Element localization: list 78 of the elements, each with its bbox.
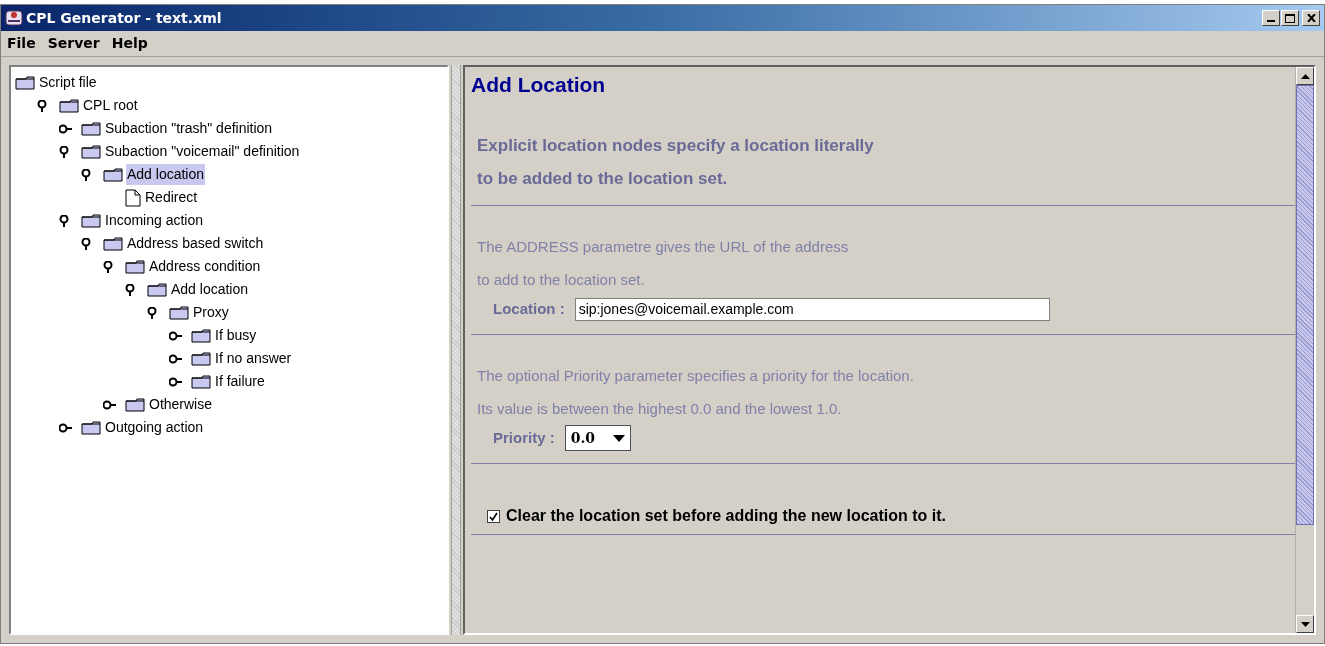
toggle-collapsed-icon[interactable] (169, 353, 183, 364)
folder-icon (125, 397, 145, 412)
maximize-button[interactable] (1281, 10, 1299, 26)
description-text: to be added to the location set. (477, 168, 729, 190)
menu-item[interactable]: Server (47, 33, 100, 54)
scroll-up-button[interactable] (1296, 67, 1314, 85)
tree-item[interactable]: Outgoing action (104, 417, 205, 438)
folder-icon (59, 98, 79, 113)
close-icon (1306, 14, 1316, 22)
tree-item[interactable]: Address condition (148, 256, 262, 277)
toggle-expanded-icon[interactable] (81, 168, 91, 181)
folder-icon (103, 167, 123, 182)
location-field[interactable]: sip:jones@voicemail.example.com (574, 297, 1050, 321)
field-label: Location : (493, 298, 565, 319)
folder-icon (81, 420, 101, 435)
folder-icon (191, 328, 211, 343)
description-text: to add to the location set. (477, 270, 646, 290)
tree-item[interactable]: Add location (126, 164, 206, 185)
window-title: CPL Generator - text.xml (26, 8, 222, 28)
folder-icon (81, 144, 101, 159)
scrollbar[interactable] (1295, 67, 1314, 633)
tree-item[interactable]: Redirect (144, 187, 199, 208)
folder-icon (125, 259, 145, 274)
details-title: Add Location (471, 72, 607, 98)
toggle-expanded-icon[interactable] (103, 260, 113, 273)
maximize-icon (1285, 13, 1295, 23)
tree-item[interactable]: If failure (214, 371, 266, 392)
toggle-collapsed-icon[interactable] (59, 422, 73, 433)
document-icon (125, 188, 141, 207)
up-arrow-icon (1300, 73, 1310, 79)
tree-item[interactable]: Incoming action (104, 210, 205, 231)
tree-item[interactable]: Subaction "trash" definition (104, 118, 274, 139)
tree-item[interactable]: Proxy (192, 302, 230, 323)
folder-icon (15, 75, 35, 90)
tree-item[interactable]: CPL root (82, 95, 139, 116)
menu-item[interactable]: Help (111, 33, 148, 54)
down-arrow-icon (1300, 621, 1310, 627)
checkbox[interactable] (487, 509, 500, 523)
scroll-down-button[interactable] (1296, 615, 1314, 633)
toggle-expanded-icon[interactable] (59, 145, 69, 158)
folder-icon (81, 121, 101, 136)
toggle-collapsed-icon[interactable] (169, 376, 183, 387)
tree-item[interactable]: Subaction "voicemail" definition (104, 141, 301, 162)
folder-icon (169, 305, 189, 320)
toggle-collapsed-icon[interactable] (59, 123, 73, 134)
tree-item[interactable]: Otherwise (148, 394, 214, 415)
app-icon (5, 9, 23, 27)
description-text: Explicit location nodes specify a location literally (477, 135, 875, 157)
tree-item[interactable]: If no answer (214, 348, 293, 369)
toggle-collapsed-icon[interactable] (103, 399, 117, 410)
check-icon (489, 511, 498, 521)
toggle-expanded-icon[interactable] (37, 99, 47, 112)
description-text: The optional Priority parameter specifies a priority for the location. (477, 366, 915, 386)
menu-item[interactable]: File (7, 33, 36, 54)
tree-item[interactable]: Script file (38, 72, 98, 93)
caret-icon (612, 434, 625, 442)
priority-dropdown[interactable]: 0.0 (564, 425, 631, 451)
folder-icon (103, 236, 123, 251)
checkbox-label[interactable]: Clear the location set before adding the new location to it. (506, 504, 947, 528)
tree-item[interactable]: If busy (214, 325, 258, 346)
toggle-expanded-icon[interactable] (81, 237, 91, 250)
description-text: The ADDRESS parametre gives the URL of the address (477, 237, 850, 257)
folder-icon (191, 351, 211, 366)
close-button[interactable] (1302, 10, 1320, 26)
field-label: Priority : (493, 427, 555, 448)
folder-icon (147, 282, 167, 297)
description-text: Its value is between the highest 0.0 and the lowest 1.0. (477, 399, 843, 419)
folder-icon (81, 213, 101, 228)
toggle-expanded-icon[interactable] (59, 214, 69, 227)
toggle-expanded-icon[interactable] (147, 306, 157, 319)
toggle-expanded-icon[interactable] (125, 283, 135, 296)
minimize-button[interactable] (1262, 10, 1280, 26)
tree-item[interactable]: Address based switch (126, 233, 265, 254)
folder-icon (191, 374, 211, 389)
tree-item[interactable]: Add location (170, 279, 250, 300)
minimize-icon (1267, 20, 1275, 22)
toggle-collapsed-icon[interactable] (169, 330, 183, 341)
scroll-thumb[interactable] (1296, 85, 1314, 525)
